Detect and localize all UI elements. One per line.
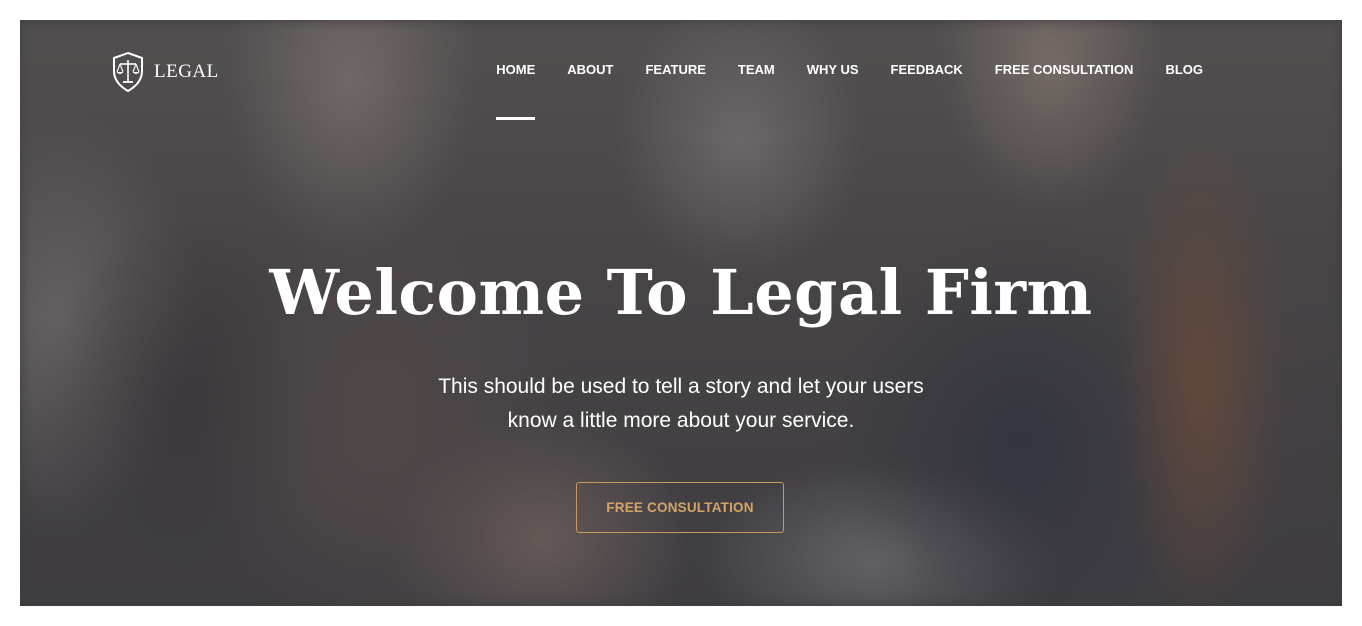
nav-item-about[interactable]: ABOUT [551, 62, 629, 77]
brand-logo[interactable]: LEGAL [110, 51, 219, 93]
hero-subtitle-line-1: This should be used to tell a story and … [438, 375, 924, 398]
nav-item-blog[interactable]: BLOG [1149, 62, 1219, 77]
main-nav: HOME ABOUT FEATURE TEAM WHY US FEEDBACK … [480, 62, 1219, 120]
hero-section: LEGAL HOME ABOUT FEATURE TEAM WHY US FEE… [20, 20, 1342, 606]
scales-shield-icon [110, 51, 146, 93]
nav-item-home[interactable]: HOME [480, 62, 551, 120]
nav-item-feedback[interactable]: FEEDBACK [875, 62, 979, 77]
nav-item-team[interactable]: TEAM [722, 62, 791, 77]
hero-subtitle-line-2: know a little more about your service. [507, 409, 855, 432]
hero-subtitle: This should be used to tell a story and … [20, 370, 1342, 438]
brand-name: LEGAL [154, 61, 219, 82]
nav-item-why-us[interactable]: WHY US [791, 62, 875, 77]
nav-item-feature[interactable]: FEATURE [629, 62, 721, 77]
nav-item-free-consultation[interactable]: FREE CONSULTATION [979, 62, 1150, 77]
hero-title: Welcome To Legal Firm [269, 256, 1093, 329]
free-consultation-button[interactable]: FREE CONSULTATION [576, 482, 784, 533]
